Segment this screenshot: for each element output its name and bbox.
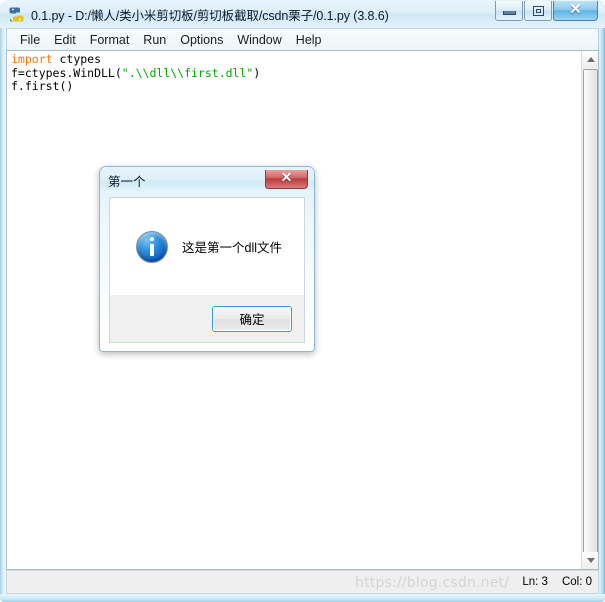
- menu-item-help[interactable]: Help: [289, 32, 329, 48]
- code-token-plain: f=ctypes.WinDLL(: [11, 65, 122, 80]
- scrollbar-thumb[interactable]: [583, 69, 598, 559]
- code-token-keyword: import: [11, 52, 53, 66]
- idle-editor-window: 0.1.py - D:/懒人/类小米剪切板/剪切板截取/csdn栗子/0.1.p…: [0, 0, 605, 602]
- code-line: f.first(): [11, 79, 580, 94]
- dialog-title-bar[interactable]: 第一个 ✕: [100, 167, 314, 194]
- dialog-close-icon: ✕: [280, 170, 293, 186]
- dialog-close-button[interactable]: ✕: [265, 169, 308, 189]
- close-icon: ✕: [569, 2, 582, 18]
- menu-item-window[interactable]: Window: [230, 32, 288, 48]
- window-title: 0.1.py - D:/懒人/类小米剪切板/剪切板截取/csdn栗子/0.1.p…: [31, 8, 389, 23]
- title-bar[interactable]: 0.1.py - D:/懒人/类小米剪切板/剪切板截取/csdn栗子/0.1.p…: [0, 0, 605, 28]
- code-token-plain: f.first(): [11, 79, 74, 93]
- menu-item-run[interactable]: Run: [136, 32, 173, 48]
- status-bar: Ln: 3 Col: 0: [6, 570, 599, 594]
- message-dialog: 第一个 ✕ 这是第一个dll文件 确定: [99, 166, 315, 352]
- info-icon: [136, 230, 168, 263]
- code-token-plain: ctypes: [52, 52, 102, 66]
- window-controls: ✕: [495, 1, 598, 23]
- close-button[interactable]: ✕: [553, 1, 598, 21]
- minimize-icon: [502, 11, 516, 15]
- scroll-up-button[interactable]: [582, 51, 598, 68]
- code-token-string: ".\\dll\\first.dll": [121, 65, 254, 80]
- editor-vertical-scrollbar[interactable]: [581, 51, 598, 569]
- window-frame-bottom-edge: [0, 594, 605, 602]
- code-line: import ctypes: [11, 52, 580, 67]
- maximize-button[interactable]: [524, 1, 552, 21]
- python-idle-icon: [8, 6, 25, 23]
- ok-button[interactable]: 确定: [212, 305, 292, 332]
- dialog-message-text: 这是第一个dll文件: [182, 241, 283, 255]
- menu-bar: File Edit Format Run Options Window Help: [6, 28, 599, 50]
- menu-item-format[interactable]: Format: [83, 32, 137, 48]
- status-column-indicator: Col: 0: [561, 576, 592, 588]
- dialog-footer: 确定: [109, 295, 305, 343]
- maximize-icon: [532, 5, 544, 16]
- dialog-title: 第一个: [108, 175, 146, 189]
- scroll-down-icon: [586, 558, 595, 563]
- code-token-plain: ): [253, 65, 261, 80]
- menu-item-file[interactable]: File: [13, 32, 47, 48]
- code-line: f=ctypes.WinDLL(".\\dll\\first.dll"): [11, 65, 580, 81]
- scroll-down-button[interactable]: [582, 552, 598, 569]
- menu-item-edit[interactable]: Edit: [47, 32, 83, 48]
- minimize-button[interactable]: [495, 1, 523, 21]
- menu-item-options[interactable]: Options: [173, 32, 230, 48]
- scroll-up-icon: [586, 57, 595, 62]
- dialog-body: 这是第一个dll文件: [109, 197, 305, 295]
- status-line-indicator: Ln: 3: [522, 576, 548, 588]
